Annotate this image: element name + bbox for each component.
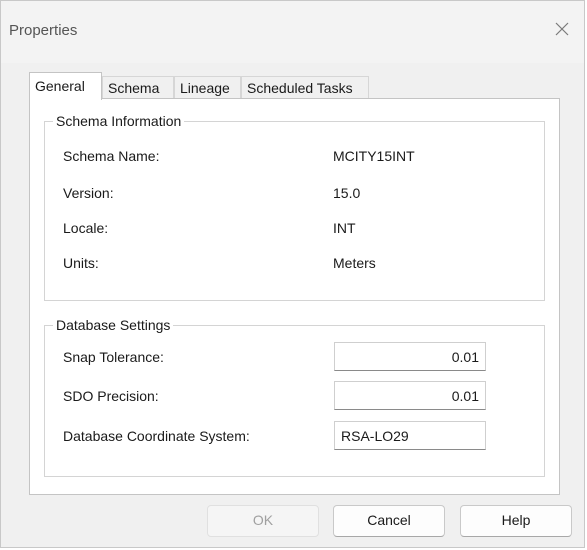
version-value: 15.0 [333,185,361,201]
locale-value: INT [333,220,356,236]
snap-tolerance-field[interactable] [334,342,486,371]
coordinate-system-label: Database Coordinate System: [63,428,250,444]
properties-dialog: Properties General Schema Lineage Schedu… [0,0,585,548]
ok-button[interactable]: OK [207,505,319,537]
units-value: Meters [333,255,376,271]
tab-general[interactable]: General [29,72,102,100]
database-settings-title: Database Settings [53,316,174,334]
sdo-precision-label: SDO Precision: [63,388,159,404]
version-label: Version: [63,185,114,201]
sdo-precision-field[interactable] [334,381,486,410]
tab-scheduled-tasks[interactable]: Scheduled Tasks [241,76,369,98]
tab-lineage[interactable]: Lineage [174,76,241,98]
close-icon [555,22,569,36]
locale-label: Locale: [63,220,109,236]
coordinate-system-field[interactable] [334,421,486,450]
schema-name-label: Schema Name: [63,148,160,164]
snap-tolerance-label: Snap Tolerance: [63,349,164,365]
tab-schema[interactable]: Schema [102,76,174,98]
title-bar: Properties [1,1,584,63]
schema-information-title: Schema Information [53,112,185,130]
schema-name-value: MCITY15INT [333,148,415,164]
units-label: Units: [63,255,99,271]
window-title: Properties [9,22,78,39]
close-button[interactable] [550,17,574,41]
database-settings-group: Database Settings Snap Tolerance: SDO Pr… [44,316,545,477]
schema-information-group: Schema Information Schema Name: MCITY15I… [44,112,545,301]
general-tab-panel: Schema Information Schema Name: MCITY15I… [29,98,560,495]
cancel-button[interactable]: Cancel [333,505,445,537]
help-button[interactable]: Help [460,505,572,537]
